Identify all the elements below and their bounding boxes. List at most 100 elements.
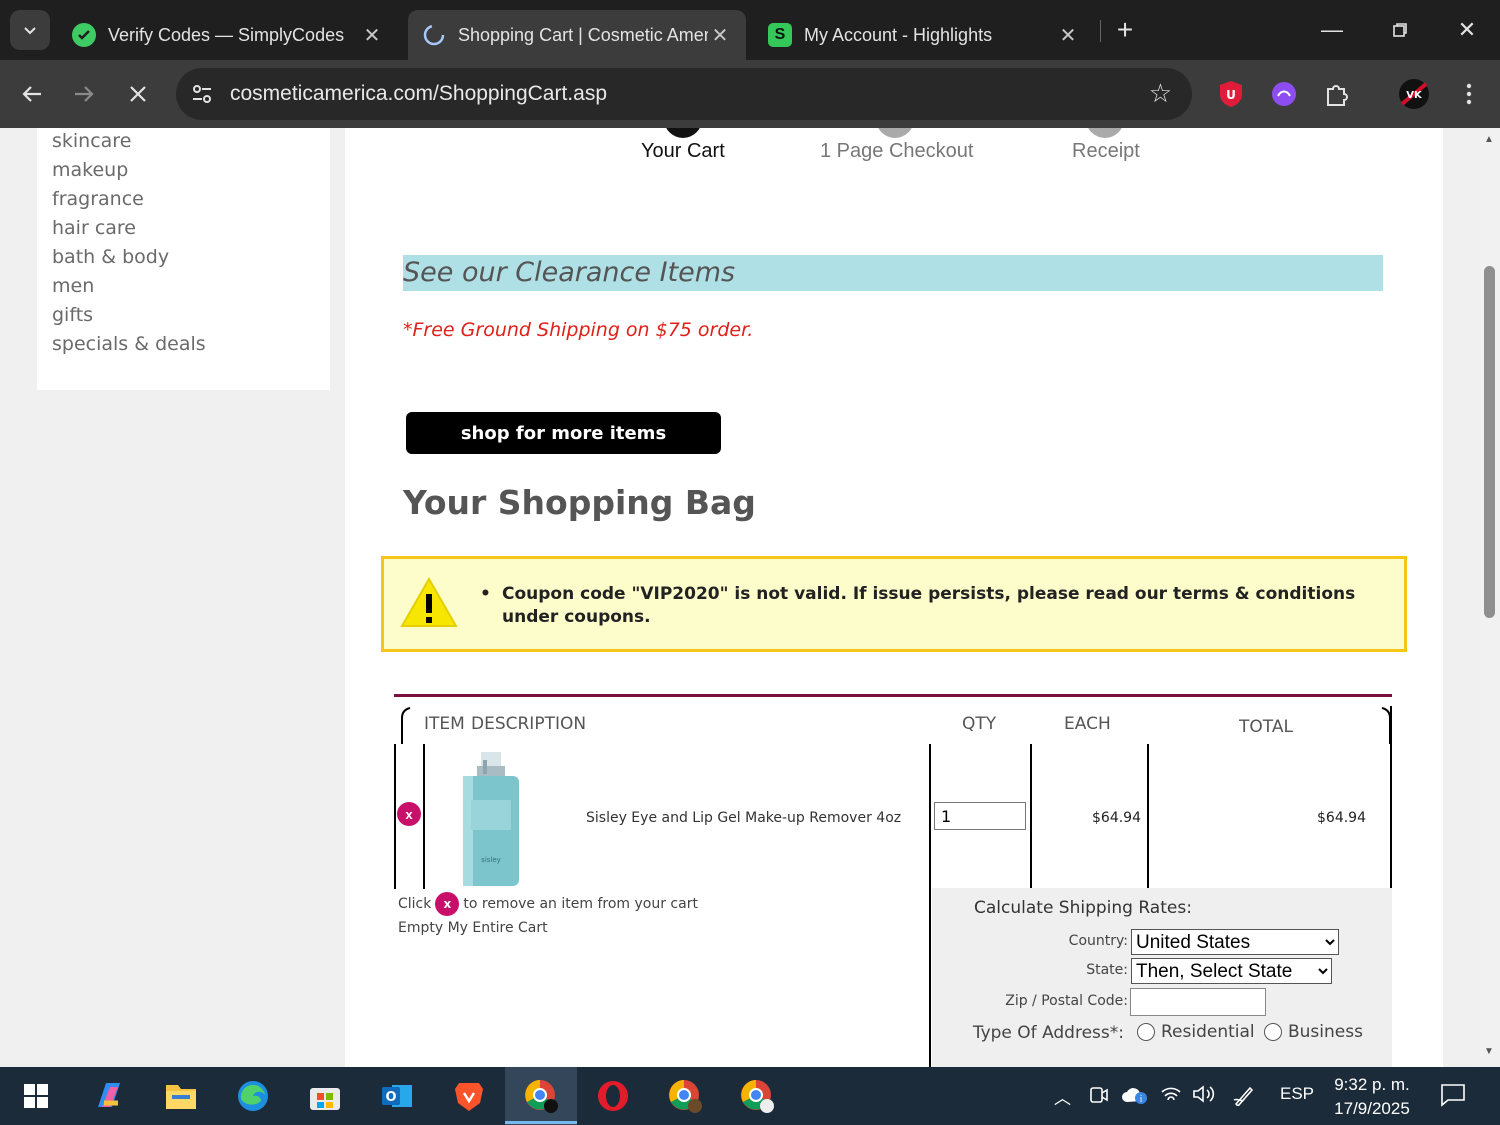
coupon-error-alert: • Coupon code "VIP2020" is not valid. If… <box>381 556 1407 652</box>
brave-browser-icon[interactable] <box>449 1076 489 1116</box>
meet-now-icon[interactable] <box>1089 1084 1109 1111</box>
tab-divider <box>1100 20 1101 42</box>
sidebar-item-fragrance[interactable]: fragrance <box>52 188 144 210</box>
residential-radio[interactable]: Residential <box>1137 1022 1255 1042</box>
radio-circle[interactable] <box>1137 1023 1155 1041</box>
clearance-link[interactable]: See our Clearance Items <box>403 257 735 288</box>
language-indicator[interactable]: ESP <box>1280 1084 1314 1104</box>
business-label: Business <box>1288 1022 1363 1042</box>
product-name[interactable]: Sisley Eye and Lip Gel Make-up Remover 4… <box>586 810 901 826</box>
close-window-button[interactable]: ✕ <box>1447 12 1487 48</box>
zip-input[interactable] <box>1130 988 1266 1016</box>
forward-button[interactable] <box>64 74 104 114</box>
cart-divider <box>394 694 1392 697</box>
site-info-icon[interactable] <box>188 80 216 108</box>
country-label: Country: <box>1068 933 1128 949</box>
windows-start-icon[interactable] <box>16 1076 56 1116</box>
zip-label: Zip / Postal Code: <box>1005 993 1128 1009</box>
edge-browser-icon[interactable] <box>233 1076 273 1116</box>
header-total: TOTAL <box>1239 717 1293 737</box>
profile-avatar[interactable]: VK <box>1398 78 1430 110</box>
col-line <box>1390 706 1392 889</box>
step-checkout: 1 Page Checkout <box>820 140 974 162</box>
empty-cart-link[interactable]: Empty My Entire Cart <box>398 920 548 936</box>
page-scrollbar[interactable]: ▲ ▼ <box>1479 128 1500 1067</box>
chrome-vk-profile-icon[interactable] <box>505 1076 577 1124</box>
header-item: ITEM <box>424 714 465 734</box>
shop-more-button[interactable]: shop for more items <box>406 412 721 454</box>
residential-label: Residential <box>1161 1022 1255 1042</box>
sidebar-item-makeup[interactable]: makeup <box>52 159 128 181</box>
system-clock[interactable]: 9:32 p. m. 17/9/2025 <box>1320 1073 1424 1121</box>
bookmark-star-icon[interactable]: ☆ <box>1149 78 1172 109</box>
remove-item-button[interactable]: x <box>397 802 421 826</box>
ublock-extension-icon[interactable]: U <box>1215 78 1247 110</box>
remove-x-icon: x <box>435 892 460 916</box>
new-tab-button[interactable]: + <box>1105 12 1145 48</box>
notifications-icon[interactable] <box>1440 1083 1466 1112</box>
col-line <box>929 744 931 1067</box>
pen-icon[interactable] <box>1232 1084 1256 1111</box>
address-bar[interactable]: cosmeticamerica.com/ShoppingCart.asp ☆ <box>176 68 1192 120</box>
tab-shopping-cart[interactable]: Shopping Cart | Cosmetic Amer ✕ <box>408 10 746 60</box>
file-explorer-icon[interactable] <box>161 1076 201 1116</box>
header-description: DESCRIPTION <box>471 714 587 734</box>
sidebar-item-bath-body[interactable]: bath & body <box>52 246 169 268</box>
minimize-button[interactable]: — <box>1312 12 1352 48</box>
tab-my-account[interactable]: S My Account - Highlights ✕ <box>754 10 1094 60</box>
close-tab-icon[interactable]: ✕ <box>360 23 384 48</box>
url-text[interactable]: cosmeticamerica.com/ShoppingCart.asp <box>230 82 607 106</box>
restore-button[interactable] <box>1380 12 1420 48</box>
close-tab-icon[interactable]: ✕ <box>1056 23 1080 48</box>
show-hidden-icons-chevron-icon[interactable]: ︿ <box>1054 1084 1071 1109</box>
remove-note-after: to remove an item from your cart <box>463 896 698 912</box>
stop-loading-button[interactable] <box>118 74 158 114</box>
sidebar-item-gifts[interactable]: gifts <box>52 304 93 326</box>
state-select[interactable]: Then, Select State <box>1131 958 1332 984</box>
microsoft-store-icon[interactable] <box>305 1076 345 1116</box>
scroll-thumb[interactable] <box>1484 266 1495 618</box>
svg-text:sisley: sisley <box>481 856 501 864</box>
wifi-icon[interactable] <box>1160 1084 1182 1109</box>
chrome-profile-3-icon[interactable] <box>737 1076 777 1116</box>
country-select[interactable]: United States <box>1131 929 1339 955</box>
opera-browser-icon[interactable] <box>593 1076 633 1116</box>
close-tab-icon[interactable]: ✕ <box>708 23 732 48</box>
onedrive-cloud-icon[interactable]: i <box>1121 1084 1149 1111</box>
sidebar-item-men[interactable]: men <box>52 275 94 297</box>
col-line <box>1030 744 1032 889</box>
product-image[interactable]: sisley <box>449 750 539 890</box>
copilot-icon[interactable] <box>89 1076 129 1116</box>
sidebar-item-hair-care[interactable]: hair care <box>52 217 136 239</box>
tab-verify-codes[interactable]: Verify Codes — SimplyCodes ✕ <box>58 10 398 60</box>
quantity-input[interactable] <box>934 802 1026 830</box>
col-line <box>423 744 425 889</box>
remove-note-before: Click <box>398 896 432 912</box>
volume-icon[interactable] <box>1192 1084 1216 1109</box>
simplycodes-icon <box>72 23 96 47</box>
tab-title: Shopping Cart | Cosmetic Amer <box>458 24 708 45</box>
extensions-puzzle-icon[interactable] <box>1321 78 1353 110</box>
item-each-price: $64.94 <box>1092 810 1141 826</box>
menu-kebab-icon[interactable] <box>1453 78 1485 110</box>
restore-icon <box>1393 23 1407 37</box>
scroll-down-arrow-icon[interactable]: ▼ <box>1484 1046 1494 1057</box>
back-button[interactable] <box>12 74 52 114</box>
page-title: Your Shopping Bag <box>403 483 756 522</box>
svg-text:U: U <box>1226 88 1236 102</box>
purple-extension-icon[interactable] <box>1268 78 1300 110</box>
chrome-profile-2-icon[interactable] <box>665 1076 705 1116</box>
category-sidebar: skincare makeup fragrance hair care bath… <box>37 128 330 390</box>
clock-date: 17/9/2025 <box>1334 1099 1410 1118</box>
clearance-banner[interactable]: See our Clearance Items <box>403 255 1383 291</box>
page-viewport: skincare makeup fragrance hair care bath… <box>0 128 1500 1067</box>
arrow-left-icon <box>22 86 41 102</box>
radio-circle[interactable] <box>1264 1023 1282 1041</box>
sidebar-item-skincare[interactable]: skincare <box>52 130 131 152</box>
outlook-icon[interactable]: O <box>377 1076 417 1116</box>
sidebar-item-specials-deals[interactable]: specials & deals <box>52 333 206 355</box>
tab-search-button[interactable] <box>10 10 50 50</box>
business-radio[interactable]: Business <box>1264 1022 1363 1042</box>
state-label: State: <box>1086 962 1128 978</box>
scroll-up-arrow-icon[interactable]: ▲ <box>1484 134 1494 145</box>
